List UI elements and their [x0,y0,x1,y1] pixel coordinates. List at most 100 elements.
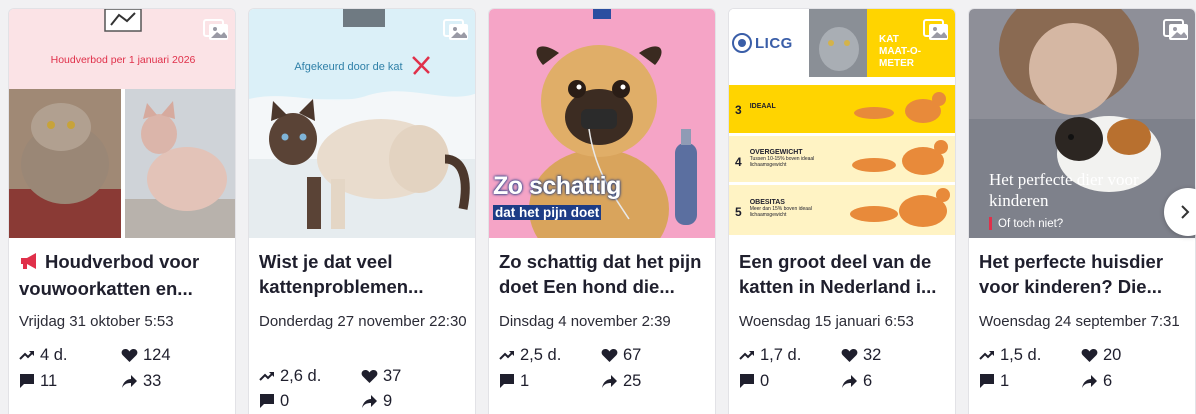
siamese-cat-photo [249,9,475,238]
article-title-text: Houdverbod voor vouwoorkatten en... [19,251,200,299]
heart-icon [841,348,858,362]
likes-stat[interactable]: 124 [121,345,171,365]
shares-stat[interactable]: 33 [121,371,161,391]
heart-icon [601,348,618,362]
heart-icon [361,369,378,383]
shares-stat[interactable]: 6 [1081,371,1112,391]
trending-up-icon [259,372,274,381]
comments-count: 1 [520,372,530,390]
article-thumbnail[interactable]: LICG KAT MAAT-O-METER 3 IDEAAL 4 OVERGEW… [729,9,955,238]
likes-stat[interactable]: 67 [601,345,641,365]
cat-photo-collage [9,9,235,238]
article-title[interactable]: Houdverbod voor vouwoorkatten en... [19,249,231,301]
share-arrow-icon [842,374,857,388]
trend-value: 2,6 d. [280,367,322,385]
article-card[interactable]: Houdverbod per 1 januari 2026 Houdverbod… [8,8,236,414]
megaphone-icon [19,251,41,276]
red-x-icon [410,54,432,79]
article-title[interactable]: Wist je dat veel kattenproblemen... [259,249,471,299]
shares-count: 6 [1103,372,1113,390]
comments-stat[interactable]: 1 [499,371,529,391]
trend-stat: 2,5 d. [499,345,561,365]
image-gallery-icon [443,19,469,41]
comments-stat[interactable]: 11 [19,371,57,391]
comments-stat[interactable]: 1 [979,371,1009,391]
likes-count: 20 [1103,346,1122,364]
comment-icon [260,394,274,408]
likes-count: 32 [863,346,882,364]
article-thumbnail[interactable]: Het perfecte dier voor kinderen Of toch … [969,9,1195,238]
share-arrow-icon [602,374,617,388]
shares-count: 9 [383,392,393,410]
share-arrow-icon [362,394,377,408]
share-arrow-icon [122,374,137,388]
heart-icon [121,348,138,362]
maat-row: 4 OVERGEWICHT Tussen 10-15% boven ideaal… [735,149,815,169]
licg-logo: LICG [755,35,793,52]
article-title[interactable]: Het perfecte huisdier voor kinderen? Die… [979,249,1191,299]
banner-text: Afgekeurd door de kat [249,54,475,79]
shares-count: 33 [143,372,162,390]
trend-stat: 4 d. [19,345,68,365]
likes-count: 124 [143,346,171,364]
article-date: Donderdag 27 november 22:30 [259,313,467,330]
article-card[interactable]: Het perfecte dier voor kinderen Of toch … [968,8,1196,414]
likes-count: 67 [623,346,642,364]
article-title[interactable]: Een groot deel van de katten in Nederlan… [739,249,951,299]
article-carousel: Houdverbod per 1 januari 2026 Houdverbod… [8,8,1196,414]
comments-stat[interactable]: 0 [739,371,769,391]
trending-up-icon [739,351,754,360]
shares-stat[interactable]: 6 [841,371,872,391]
trend-stat: 1,5 d. [979,345,1041,365]
heart-icon [1081,348,1098,362]
article-thumbnail[interactable]: Zo schattig dat het pijn doet [489,9,715,238]
shares-count: 25 [623,372,642,390]
article-thumbnail[interactable]: Houdverbod per 1 januari 2026 [9,9,235,238]
accent-bar [989,217,992,230]
comment-icon [500,374,514,388]
comments-count: 0 [760,372,770,390]
trend-value: 1,7 d. [760,346,802,364]
likes-stat[interactable]: 32 [841,345,881,365]
likes-count: 37 [383,367,402,385]
article-card[interactable]: LICG KAT MAAT-O-METER 3 IDEAAL 4 OVERGEW… [728,8,956,414]
image-gallery-icon [923,19,949,41]
image-subline: dat het pijn doet [493,205,602,220]
comments-stat[interactable]: 0 [259,391,289,411]
trending-up-icon [499,351,514,360]
article-date: Woensdag 15 januari 6:53 [739,313,914,330]
shares-stat[interactable]: 9 [361,391,392,411]
article-thumbnail[interactable]: Afgekeurd door de kat [249,9,475,238]
chevron-right-icon [1181,205,1190,219]
comment-icon [20,374,34,388]
article-date: Woensdag 24 september 7:31 [979,313,1180,330]
trend-stat: 2,6 d. [259,366,321,386]
comments-count: 0 [280,392,290,410]
banner-text: Houdverbod per 1 januari 2026 [50,54,196,66]
comments-count: 11 [40,372,58,390]
comments-count: 1 [1000,372,1010,390]
trending-up-icon [979,351,994,360]
trend-value: 2,5 d. [520,346,562,364]
image-headline: Het perfecte dier voor kinderen [989,170,1139,210]
comment-icon [740,374,754,388]
share-arrow-icon [1082,374,1097,388]
image-subline: Of toch niet? [989,217,1063,230]
maat-row: 5 OBESITAS Meer dan 15% boven ideaal lic… [735,199,812,219]
image-gallery-icon [203,19,229,41]
article-date: Vrijdag 31 oktober 5:53 [19,313,174,330]
trend-stat: 1,7 d. [739,345,801,365]
likes-stat[interactable]: 20 [1081,345,1121,365]
shares-stat[interactable]: 25 [601,371,641,391]
trending-up-icon [19,351,34,360]
article-card[interactable]: Zo schattig dat het pijn doet Zo schatti… [488,8,716,414]
image-headline: Zo schattig [493,172,621,200]
trend-value: 4 d. [40,346,68,364]
maat-row: 3 IDEAAL [735,103,776,117]
article-card[interactable]: Afgekeurd door de kat Wist je dat veel k… [248,8,476,414]
trend-value: 1,5 d. [1000,346,1042,364]
shares-count: 6 [863,372,873,390]
likes-stat[interactable]: 37 [361,366,401,386]
article-title[interactable]: Zo schattig dat het pijn doet Een hond d… [499,249,711,299]
image-gallery-icon [1163,19,1189,41]
